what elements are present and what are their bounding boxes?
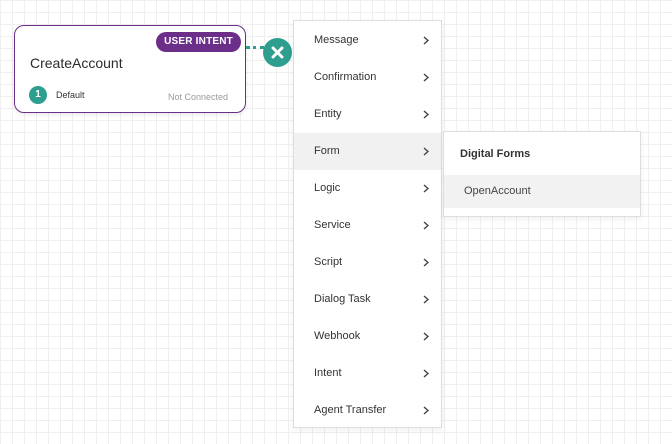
menu-item-agent-transfer[interactable]: Agent Transfer — [294, 392, 441, 429]
connection-status: Not Connected — [167, 92, 228, 102]
menu-item-logic[interactable]: Logic — [294, 170, 441, 207]
connector-line — [246, 46, 264, 49]
node-type-menu: Message Confirmation Entity Form Logic S… — [293, 20, 442, 428]
node-title: CreateAccount — [30, 55, 123, 71]
close-connector-button[interactable] — [263, 38, 292, 67]
menu-item-label: Webhook — [314, 330, 361, 342]
menu-item-form[interactable]: Form — [294, 133, 441, 170]
menu-item-service[interactable]: Service — [294, 207, 441, 244]
menu-item-label: Intent — [314, 367, 342, 379]
close-icon — [271, 46, 284, 59]
menu-item-label: Form — [314, 145, 340, 157]
submenu-item-openaccount[interactable]: OpenAccount — [444, 175, 640, 208]
submenu-heading: Digital Forms — [460, 148, 531, 160]
chevron-right-icon — [423, 392, 429, 429]
menu-item-label: Service — [314, 219, 351, 231]
intent-node-card[interactable]: USER INTENT CreateAccount 1 Default Not … — [14, 25, 246, 113]
chevron-right-icon — [423, 133, 429, 170]
menu-item-dialog-task[interactable]: Dialog Task — [294, 281, 441, 318]
menu-item-entity[interactable]: Entity — [294, 96, 441, 133]
chevron-right-icon — [423, 244, 429, 281]
menu-item-script[interactable]: Script — [294, 244, 441, 281]
menu-item-label: Confirmation — [314, 71, 377, 83]
menu-item-label: Message — [314, 34, 359, 46]
chevron-right-icon — [423, 207, 429, 244]
menu-item-label: Agent Transfer — [314, 404, 387, 416]
chevron-right-icon — [423, 281, 429, 318]
chevron-right-icon — [423, 59, 429, 96]
menu-item-label: Logic — [314, 182, 341, 194]
menu-item-webhook[interactable]: Webhook — [294, 318, 441, 355]
menu-item-message[interactable]: Message — [294, 22, 441, 59]
step-number-badge: 1 — [29, 86, 47, 104]
menu-item-intent[interactable]: Intent — [294, 355, 441, 392]
chevron-right-icon — [423, 318, 429, 355]
menu-item-label: Dialog Task — [314, 293, 371, 305]
step-label: Default — [56, 90, 85, 100]
chevron-right-icon — [423, 96, 429, 133]
chevron-right-icon — [423, 22, 429, 59]
menu-item-label: Script — [314, 256, 343, 268]
form-submenu: Digital Forms OpenAccount — [443, 131, 641, 217]
menu-item-label: Entity — [314, 108, 342, 120]
chevron-right-icon — [423, 355, 429, 392]
menu-item-confirmation[interactable]: Confirmation — [294, 59, 441, 96]
chevron-right-icon — [423, 170, 429, 207]
user-intent-badge: USER INTENT — [156, 32, 241, 52]
